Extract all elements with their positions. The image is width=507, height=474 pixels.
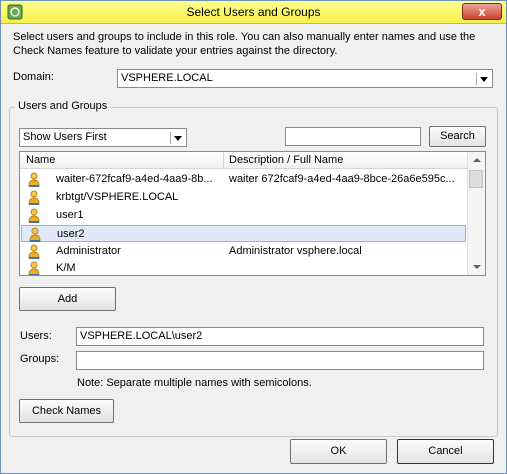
close-button[interactable]: x xyxy=(462,3,502,20)
show-filter-value: Show Users First xyxy=(23,131,107,143)
row-name: K/M xyxy=(56,262,76,274)
table-row[interactable]: user1 xyxy=(21,207,466,224)
title-bar[interactable]: Select Users and Groups x xyxy=(1,1,506,24)
table-row[interactable]: K/M xyxy=(21,260,466,275)
scroll-thumb[interactable] xyxy=(469,170,483,188)
user-icon xyxy=(28,172,40,187)
column-header-name[interactable]: Name xyxy=(26,154,55,166)
user-icon xyxy=(28,244,40,259)
domain-select[interactable]: VSPHERE.LOCAL xyxy=(117,69,493,88)
add-button[interactable]: Add xyxy=(19,287,116,311)
dialog-title: Select Users and Groups xyxy=(186,5,321,19)
domain-value: VSPHERE.LOCAL xyxy=(121,72,213,84)
scroll-down-icon[interactable] xyxy=(468,258,485,275)
select-users-dialog: Select Users and Groups x Select users a… xyxy=(0,0,507,474)
list-header: Name Description / Full Name xyxy=(20,152,468,169)
domain-label: Domain: xyxy=(13,71,54,83)
row-name: user1 xyxy=(56,209,84,221)
groups-field[interactable] xyxy=(76,351,484,370)
ok-button[interactable]: OK xyxy=(290,439,387,464)
chevron-down-icon xyxy=(170,132,184,144)
search-input[interactable] xyxy=(285,127,421,146)
users-groups-legend: Users and Groups xyxy=(15,100,111,112)
user-icon xyxy=(29,227,41,242)
user-icon xyxy=(28,190,40,205)
table-row[interactable]: krbtgt/VSPHERE.LOCAL xyxy=(21,189,466,206)
row-description: Administrator vsphere.local xyxy=(229,245,362,257)
check-names-button[interactable]: Check Names xyxy=(19,399,114,423)
column-separator[interactable] xyxy=(223,152,224,168)
groups-label: Groups: xyxy=(20,353,60,365)
table-row[interactable]: waiter-672fcaf9-a4ed-4aa9-8b... waiter 6… xyxy=(21,171,466,188)
row-name: krbtgt/VSPHERE.LOCAL xyxy=(56,191,179,203)
chevron-down-icon xyxy=(476,73,490,85)
row-name: waiter-672fcaf9-a4ed-4aa9-8b... xyxy=(56,173,213,185)
users-field[interactable]: VSPHERE.LOCAL\user2 xyxy=(76,327,484,346)
cancel-button[interactable]: Cancel xyxy=(397,439,494,464)
users-label: Users: xyxy=(20,330,52,342)
table-row-selected[interactable]: user2 xyxy=(21,225,466,242)
users-list[interactable]: Name Description / Full Name waiter-672f… xyxy=(19,151,486,276)
show-filter-select[interactable]: Show Users First xyxy=(19,128,187,147)
scroll-up-icon[interactable] xyxy=(468,152,485,169)
separator-note: Note: Separate multiple names with semic… xyxy=(77,377,312,389)
row-name: Administrator xyxy=(56,245,121,257)
row-name: user2 xyxy=(57,228,85,240)
user-icon xyxy=(28,261,40,275)
row-description: waiter 672fcaf9-a4ed-4aa9-8bce-26a6e595c… xyxy=(229,173,455,185)
intro-text: Select users and groups to include in th… xyxy=(13,31,476,57)
search-button[interactable]: Search xyxy=(429,126,486,147)
vertical-scrollbar[interactable] xyxy=(467,152,485,275)
table-row[interactable]: Administrator Administrator vsphere.loca… xyxy=(21,243,466,260)
user-icon xyxy=(28,208,40,223)
column-header-description[interactable]: Description / Full Name xyxy=(229,154,343,166)
